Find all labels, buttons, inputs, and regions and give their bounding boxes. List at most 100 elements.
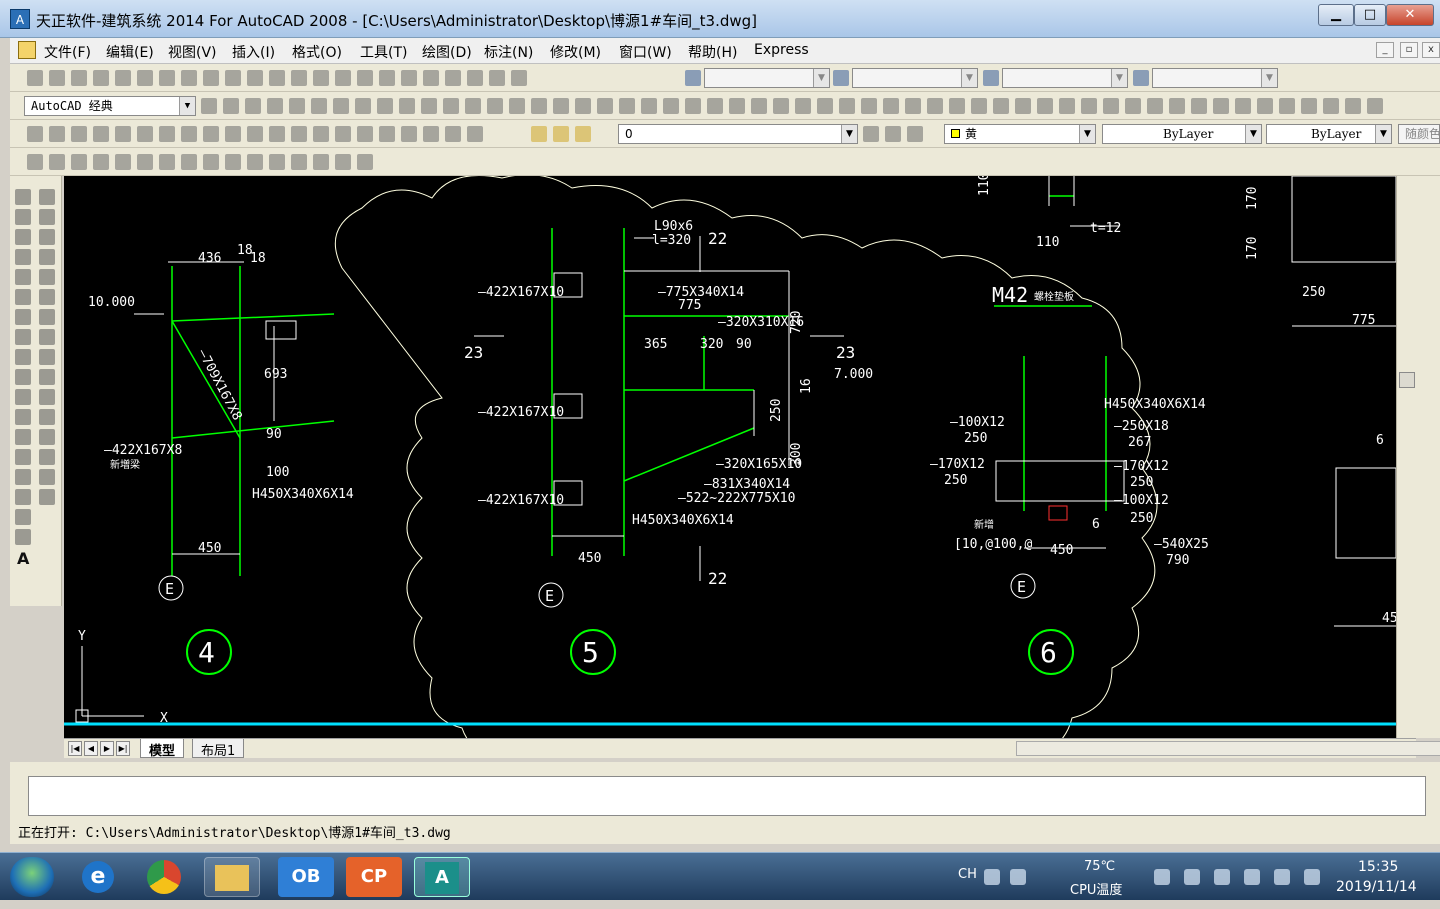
tab-model[interactable]: 模型 xyxy=(140,739,185,759)
multileader-style-combo[interactable]: ▼ xyxy=(1152,68,1278,88)
pan-icon xyxy=(291,70,307,86)
dim-style-combo[interactable]: ▼ xyxy=(852,68,978,88)
chamfer-icon xyxy=(39,449,55,465)
new-note: 新增 xyxy=(974,518,994,531)
dim-450c: 450 xyxy=(1050,543,1073,558)
menu-insert[interactable]: 插入(I) xyxy=(232,42,275,62)
cpu-temp-label: CPU温度 xyxy=(1070,883,1123,898)
command-input[interactable] xyxy=(28,776,1426,816)
doc-minimize-button[interactable]: _ xyxy=(1376,42,1394,58)
autocad-taskbar-icon[interactable]: A xyxy=(414,857,470,897)
bolt-plate-note: 螺栓垫板 xyxy=(1034,290,1074,303)
ellipse-icon xyxy=(15,369,31,385)
design-center-icon xyxy=(401,70,417,86)
menu-tools[interactable]: 工具(T) xyxy=(360,42,407,62)
shield-icon[interactable] xyxy=(1154,869,1170,885)
menu-dimension[interactable]: 标注(N) xyxy=(484,42,533,62)
horizontal-scrollbar[interactable] xyxy=(1016,741,1440,756)
dim-r170a: 170 xyxy=(1245,187,1260,210)
minimize-button[interactable]: ▁ xyxy=(1318,4,1354,26)
detail-label-6: 6 xyxy=(1040,636,1057,669)
menu-modify[interactable]: 修改(M) xyxy=(550,42,601,62)
publish-icon xyxy=(137,70,153,86)
layer-state-icon xyxy=(885,126,901,142)
signal-icon[interactable] xyxy=(1274,869,1290,885)
member-h-main: H450X340X6X14 xyxy=(1104,397,1206,412)
doc-close-button[interactable]: x xyxy=(1422,42,1440,58)
dim-style-icon xyxy=(833,70,849,86)
table-style-combo[interactable]: ▼ xyxy=(1002,68,1128,88)
layer-combo[interactable]: 0 ▼ xyxy=(618,124,858,144)
menu-view[interactable]: 视图(V) xyxy=(168,42,217,62)
app-icon: A xyxy=(10,9,30,29)
ob-taskbar-icon[interactable]: OB xyxy=(278,857,334,897)
point-icon xyxy=(15,449,31,465)
vertical-scrollbar[interactable] xyxy=(1396,176,1416,738)
next-tab-icon[interactable]: ▶ xyxy=(100,741,114,756)
clock-time[interactable]: 15:35 xyxy=(1358,859,1398,875)
chrome-taskbar-icon[interactable] xyxy=(136,857,192,897)
close-button[interactable]: ✕ xyxy=(1386,4,1434,26)
lineweight-combo[interactable]: ByLayer ▼ xyxy=(1266,124,1392,144)
dim-775: 775 xyxy=(678,298,701,313)
menu-help[interactable]: 帮助(H) xyxy=(688,42,737,62)
print-icon xyxy=(93,70,109,86)
menu-format[interactable]: 格式(O) xyxy=(292,42,342,62)
tangent-toolbar-icons[interactable] xyxy=(198,96,1386,116)
volume-icon[interactable] xyxy=(1304,869,1320,885)
bluetooth-icon[interactable] xyxy=(1214,869,1230,885)
text-style-combo[interactable]: ▼ xyxy=(704,68,830,88)
ie-taskbar-icon[interactable]: e xyxy=(70,857,126,897)
dim-r250: 250 xyxy=(1302,285,1325,300)
plate-522: —522~222X775X10 xyxy=(678,491,795,506)
input-lang[interactable]: CH xyxy=(958,867,977,882)
workspace-combo[interactable]: AutoCAD 经典 ▼ xyxy=(24,96,196,116)
menu-file[interactable]: 文件(F) xyxy=(44,42,91,62)
plate-100x12a-value: 250 xyxy=(964,431,987,446)
draw-toolbar[interactable]: A xyxy=(12,186,34,570)
rotate-icon xyxy=(39,309,55,325)
maximize-button[interactable]: □ xyxy=(1354,4,1386,26)
section-22a: 22 xyxy=(708,229,727,248)
start-button[interactable] xyxy=(10,857,54,897)
plotstyle-combo[interactable]: 随颜色 xyxy=(1398,124,1440,144)
sheet-set-icon xyxy=(445,70,461,86)
properties-icon xyxy=(379,70,395,86)
tangent-toolbar2-icons[interactable] xyxy=(24,124,486,144)
right-toolbar[interactable] xyxy=(1416,176,1440,738)
keyboard-icon[interactable] xyxy=(984,869,1000,885)
menu-edit[interactable]: 编辑(E) xyxy=(106,42,154,62)
linetype-combo[interactable]: ByLayer ▼ xyxy=(1102,124,1262,144)
first-tab-icon[interactable]: |◀ xyxy=(68,741,82,756)
menu-draw[interactable]: 绘图(D) xyxy=(422,42,472,62)
layer-tools-icons[interactable] xyxy=(24,152,376,172)
plate-422c: —422X167X10 xyxy=(478,493,564,508)
polyline-icon xyxy=(15,229,31,245)
tool-palette-icon xyxy=(423,70,439,86)
cp-taskbar-icon[interactable]: CP xyxy=(346,857,402,897)
prev-tab-icon[interactable]: ◀ xyxy=(84,741,98,756)
doc-restore-button[interactable]: ▫ xyxy=(1400,42,1418,58)
last-tab-icon[interactable]: ▶| xyxy=(116,741,130,756)
explorer-taskbar-icon[interactable] xyxy=(204,857,260,897)
standard-toolbar-icons[interactable] xyxy=(24,68,530,88)
dim-450a: 450 xyxy=(198,541,221,556)
document-icon[interactable] xyxy=(18,41,36,59)
network-user-icon[interactable] xyxy=(1184,869,1200,885)
member-h-a: H450X340X6X14 xyxy=(252,487,354,502)
menu-window[interactable]: 窗口(W) xyxy=(619,42,672,62)
vertical-scroll-thumb[interactable] xyxy=(1399,372,1415,388)
modify-toolbar[interactable] xyxy=(36,186,58,509)
explode-icon xyxy=(39,489,55,505)
dim-365: 365 xyxy=(644,337,667,352)
clock-date[interactable]: 2019/11/14 xyxy=(1336,879,1417,895)
tab-layout1[interactable]: 布局1 xyxy=(192,739,245,759)
power-icon[interactable] xyxy=(1244,869,1260,885)
member-709: —709X167X8 xyxy=(194,347,244,423)
help-tray-icon[interactable] xyxy=(1010,869,1026,885)
menu-express[interactable]: Express xyxy=(754,42,809,58)
sun-icon xyxy=(575,126,591,142)
drawing-canvas[interactable]: 436 18 18 10.000 693 —709X167X8 90 100 —… xyxy=(64,176,1396,738)
color-combo[interactable]: 黄 ▼ xyxy=(944,124,1096,144)
new-beam-note: 新増梁 xyxy=(110,458,140,471)
